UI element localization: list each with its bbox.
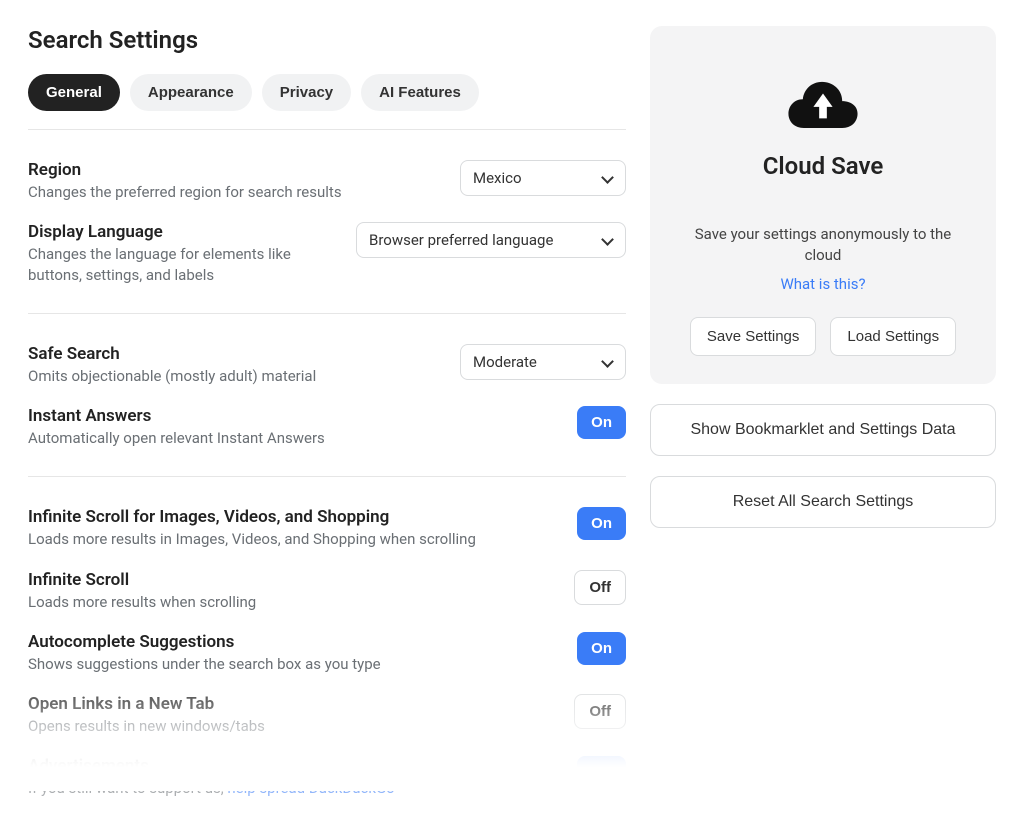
cloud-save-card: Cloud Save Save your settings anonymousl… <box>650 26 996 384</box>
region-value: Mexico <box>473 169 522 187</box>
infinite-scroll-media-desc: Loads more results in Images, Videos, an… <box>28 529 557 549</box>
cloud-upload-icon <box>788 80 858 128</box>
row-infinite-scroll-media: Infinite Scroll for Images, Videos, and … <box>28 497 626 559</box>
chevron-down-icon <box>601 356 613 368</box>
instant-answers-title: Instant Answers <box>28 406 557 426</box>
chevron-down-icon <box>601 234 613 246</box>
row-open-new-tab: Open Links in a New Tab Opens results in… <box>28 684 626 746</box>
autocomplete-title: Autocomplete Suggestions <box>28 632 557 652</box>
advertisements-desc: If you still want to support us, help sp… <box>28 778 557 798</box>
instant-answers-toggle[interactable]: On <box>577 406 626 439</box>
autocomplete-desc: Shows suggestions under the search box a… <box>28 654 557 674</box>
autocomplete-toggle[interactable]: On <box>577 632 626 665</box>
safe-search-select[interactable]: Moderate <box>460 344 626 380</box>
tab-appearance[interactable]: Appearance <box>130 74 252 111</box>
row-advertisements: Advertisements If you still want to supp… <box>28 746 626 808</box>
display-language-title: Display Language <box>28 222 336 242</box>
display-language-select[interactable]: Browser preferred language <box>356 222 626 258</box>
safe-search-desc: Omits objectionable (mostly adult) mater… <box>28 366 440 386</box>
display-language-desc: Changes the language for elements like b… <box>28 244 336 285</box>
infinite-scroll-title: Infinite Scroll <box>28 570 554 590</box>
reset-all-settings-button[interactable]: Reset All Search Settings <box>650 476 996 528</box>
group-locale: Region Changes the preferred region for … <box>28 129 626 313</box>
infinite-scroll-media-title: Infinite Scroll for Images, Videos, and … <box>28 507 557 527</box>
advertisements-toggle[interactable]: On <box>577 756 626 789</box>
advertisements-title: Advertisements <box>28 756 557 776</box>
infinite-scroll-toggle[interactable]: Off <box>574 570 626 605</box>
infinite-scroll-media-toggle[interactable]: On <box>577 507 626 540</box>
help-spread-link[interactable]: help spread DuckDuckGo <box>227 779 394 797</box>
cloud-what-is-this-link[interactable]: What is this? <box>780 275 865 293</box>
row-region: Region Changes the preferred region for … <box>28 150 626 212</box>
open-new-tab-toggle[interactable]: Off <box>574 694 626 729</box>
row-safe-search: Safe Search Omits objectionable (mostly … <box>28 334 626 396</box>
show-bookmarklet-button[interactable]: Show Bookmarklet and Settings Data <box>650 404 996 456</box>
display-language-value: Browser preferred language <box>369 231 553 249</box>
region-title: Region <box>28 160 440 180</box>
cloud-save-heading: Cloud Save <box>678 152 968 180</box>
group-safety: Safe Search Omits objectionable (mostly … <box>28 313 626 477</box>
group-results: Infinite Scroll for Images, Videos, and … <box>28 476 626 826</box>
row-infinite-scroll: Infinite Scroll Loads more results when … <box>28 560 626 622</box>
tab-privacy[interactable]: Privacy <box>262 74 351 111</box>
tab-ai-features[interactable]: AI Features <box>361 74 479 111</box>
settings-tabs: General Appearance Privacy AI Features <box>28 74 479 111</box>
safe-search-title: Safe Search <box>28 344 440 364</box>
open-new-tab-title: Open Links in a New Tab <box>28 694 554 714</box>
region-desc: Changes the preferred region for search … <box>28 182 440 202</box>
row-autocomplete: Autocomplete Suggestions Shows suggestio… <box>28 622 626 684</box>
save-settings-button[interactable]: Save Settings <box>690 317 817 356</box>
safe-search-value: Moderate <box>473 353 537 371</box>
region-select[interactable]: Mexico <box>460 160 626 196</box>
instant-answers-desc: Automatically open relevant Instant Answ… <box>28 428 557 448</box>
load-settings-button[interactable]: Load Settings <box>830 317 956 356</box>
open-new-tab-desc: Opens results in new windows/tabs <box>28 716 554 736</box>
infinite-scroll-desc: Loads more results when scrolling <box>28 592 554 612</box>
row-display-language: Display Language Changes the language fo… <box>28 212 626 295</box>
cloud-save-subtitle: Save your settings anonymously to the cl… <box>678 224 968 266</box>
chevron-down-icon <box>601 172 613 184</box>
tab-general[interactable]: General <box>28 74 120 111</box>
row-instant-answers: Instant Answers Automatically open relev… <box>28 396 626 458</box>
page-title: Search Settings <box>28 26 198 54</box>
